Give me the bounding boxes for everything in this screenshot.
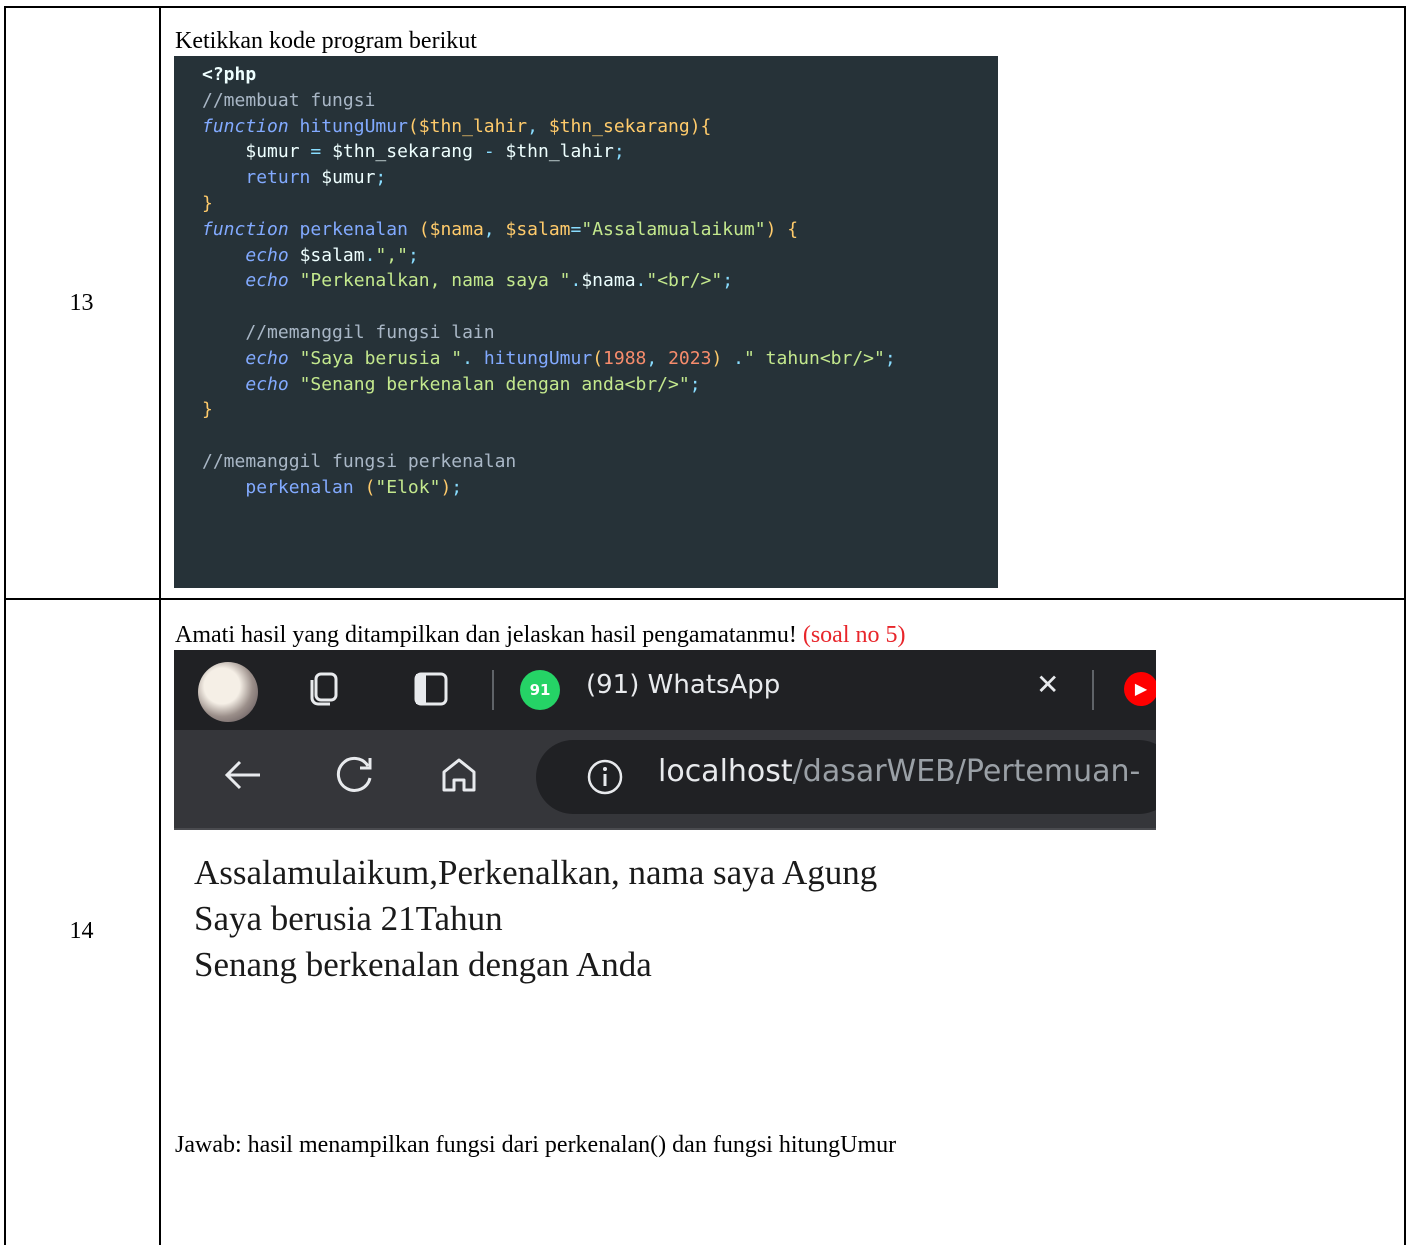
tab-separator-2 (1092, 670, 1094, 710)
row-14-instruction: Amati hasil yang ditampilkan dan jelaska… (175, 622, 906, 649)
table-right-border (1404, 6, 1406, 1245)
tab-bar: 91 (91) WhatsApp ✕ ▶ (174, 650, 1156, 730)
home-icon[interactable] (438, 754, 480, 800)
refresh-icon[interactable] (332, 752, 378, 802)
address-bar: localhost/dasarWEB/Pertemuan- (174, 730, 1156, 830)
output-line-3: Senang berkenalan dengan Anda (194, 945, 652, 984)
table-top-border (4, 6, 1406, 8)
page-output: Assalamulaikum,Perkenalkan, nama saya Ag… (194, 850, 877, 988)
question-note: (soal no 5) (802, 622, 906, 648)
collections-icon[interactable] (304, 668, 344, 712)
whatsapp-icon[interactable]: 91 (520, 670, 560, 710)
browser-screenshot: 91 (91) WhatsApp ✕ ▶ localhost/dasarWEB/… (174, 650, 1156, 830)
profile-avatar[interactable] (198, 662, 258, 722)
url-text[interactable]: localhost/dasarWEB/Pertemuan- (658, 754, 1140, 789)
tab-title[interactable]: (91) WhatsApp (586, 670, 780, 700)
youtube-icon[interactable]: ▶ (1124, 672, 1156, 706)
row-number-13: 13 (69, 290, 94, 316)
code-block: <?php //membuat fungsi function hitungUm… (174, 56, 998, 588)
column-divider (159, 6, 161, 1245)
row-13-instruction: Ketikkan kode program berikut (175, 28, 477, 54)
table-left-border (4, 6, 6, 1245)
tab-actions-icon[interactable] (412, 670, 450, 712)
output-line-2: Saya berusia 21Tahun (194, 899, 503, 938)
close-icon[interactable]: ✕ (1036, 668, 1059, 701)
code-listing: <?php //membuat fungsi function hitungUm… (202, 64, 896, 498)
row-divider (4, 598, 1406, 600)
row-number-14: 14 (69, 918, 94, 944)
output-line-1: Assalamulaikum,Perkenalkan, nama saya Ag… (194, 853, 878, 892)
info-icon[interactable] (586, 758, 624, 800)
tab-separator (492, 670, 494, 710)
answer-text: Jawab: hasil menampilkan fungsi dari per… (175, 1132, 897, 1158)
instruction-text: Amati hasil yang ditampilkan dan jelaska… (175, 622, 797, 648)
back-icon[interactable] (220, 752, 266, 802)
